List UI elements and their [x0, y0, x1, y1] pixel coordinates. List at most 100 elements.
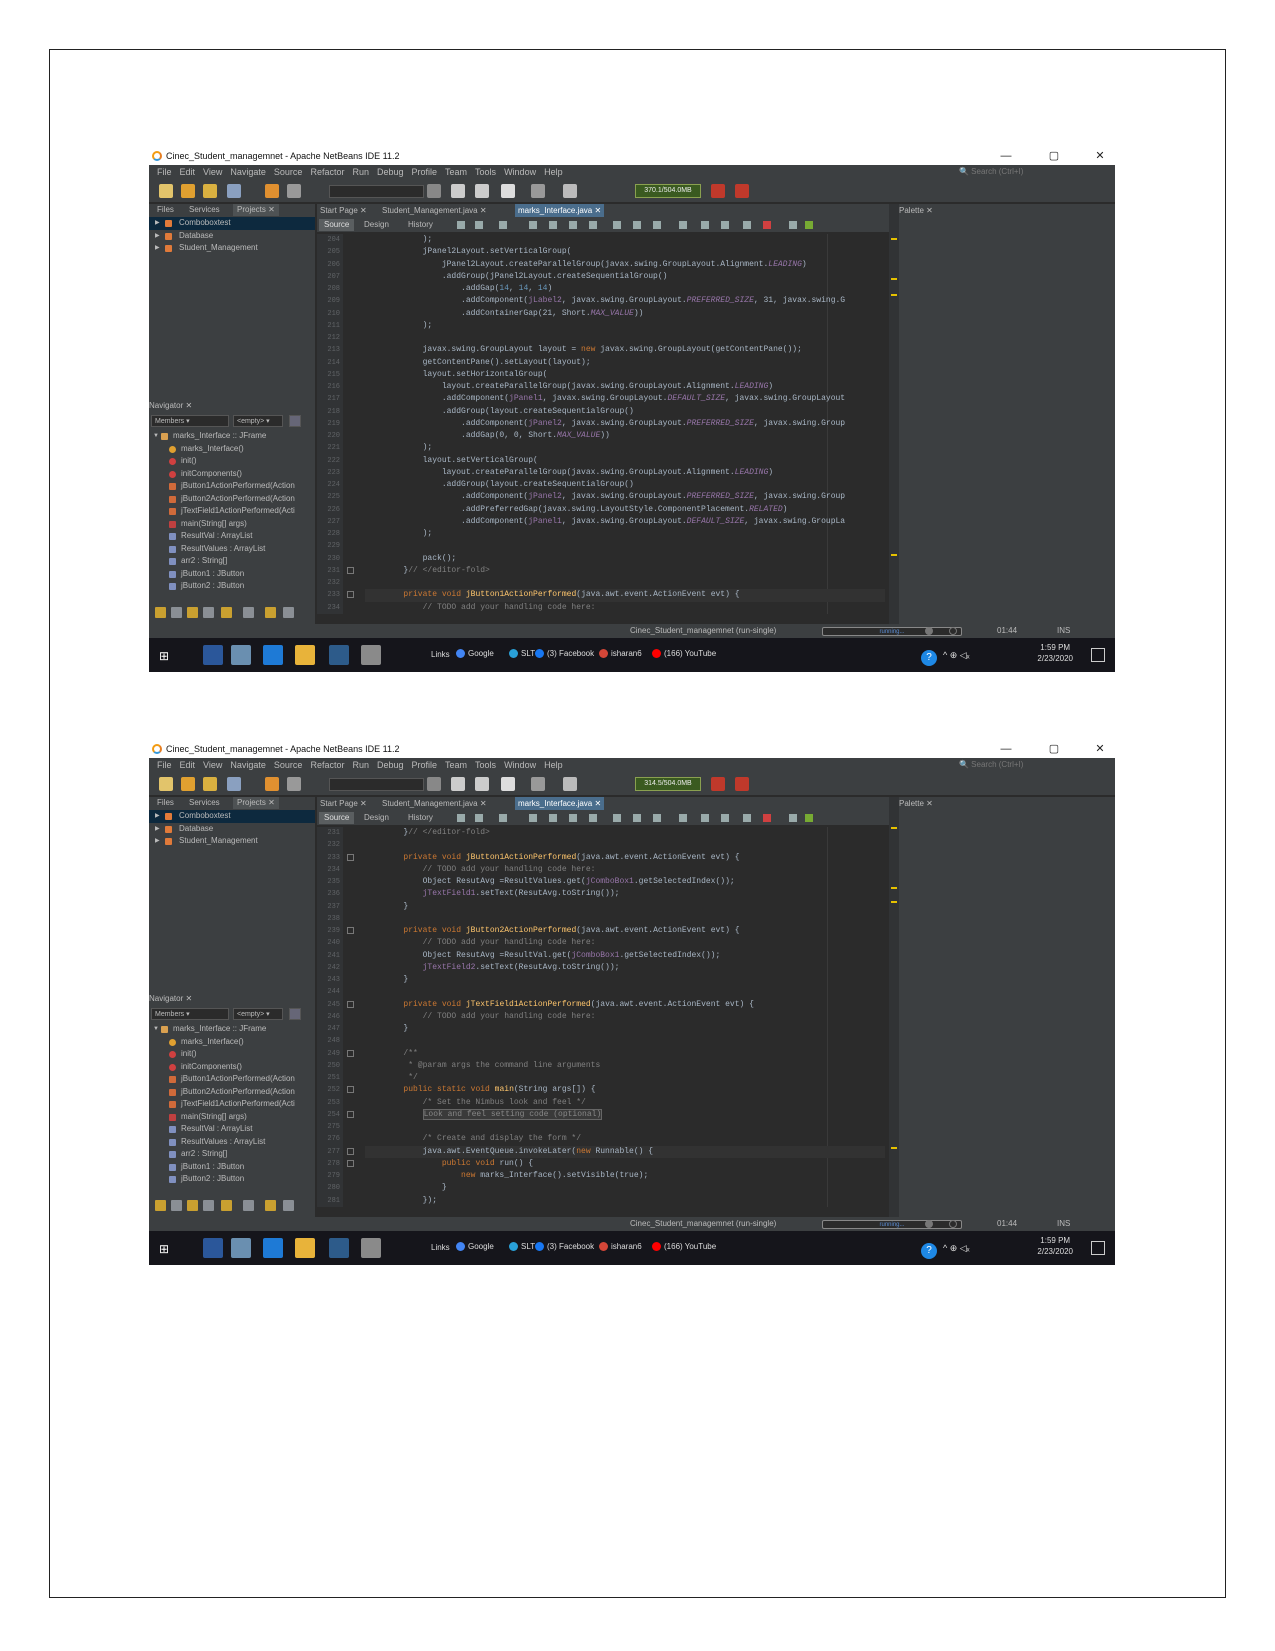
editor-toolbar-icon[interactable] — [701, 814, 709, 822]
maximize-button[interactable]: ▢ — [1039, 148, 1069, 165]
project-item[interactable]: ▶ Comboboxtest — [149, 217, 315, 230]
action-center-icon[interactable] — [1091, 1241, 1105, 1255]
configuration-combo[interactable] — [329, 778, 424, 791]
navigator-item[interactable]: ResultVal : ArrayList — [149, 1123, 315, 1136]
editor-toolbar-icon[interactable] — [653, 814, 661, 822]
redo-icon[interactable] — [287, 777, 301, 791]
collapse-arrow-icon[interactable]: ▼ — [153, 430, 159, 443]
navigator-tab[interactable]: Navigator ✕ — [149, 400, 315, 412]
undo-icon[interactable] — [265, 184, 279, 198]
save-all-icon[interactable] — [227, 777, 241, 791]
editor-toolbar-icon[interactable] — [679, 814, 687, 822]
stripe-marker[interactable] — [891, 238, 897, 240]
navigator-item[interactable]: arr2 : String[] — [149, 555, 315, 568]
editor-toolbar-icon[interactable] — [499, 814, 507, 822]
navigator-item[interactable]: marks_Interface() — [149, 1036, 315, 1049]
netbeans-taskbar-icon[interactable] — [329, 1238, 349, 1258]
navigator-toolbar-icon[interactable] — [283, 1200, 294, 1211]
configuration-combo[interactable] — [329, 185, 424, 198]
debug-icon[interactable] — [531, 184, 545, 198]
menu-item-edit[interactable]: Edit — [180, 165, 196, 179]
editor-toolbar-icon[interactable] — [633, 221, 641, 229]
navigator-item[interactable]: jTextField1ActionPerformed(Acti — [149, 505, 315, 518]
word-icon[interactable] — [203, 1238, 223, 1258]
stripe-marker[interactable] — [891, 901, 897, 903]
view-history[interactable]: History — [403, 812, 438, 824]
view-design[interactable]: Design — [359, 812, 394, 824]
menu-item-view[interactable]: View — [203, 165, 222, 179]
navigator-toolbar-icon[interactable] — [203, 607, 214, 618]
expand-arrow-icon[interactable]: ▶ — [155, 823, 160, 836]
navigator-item[interactable]: initComponents() — [149, 468, 315, 481]
menu-item-window[interactable]: Window — [504, 758, 536, 772]
editor-tab-3[interactable]: marks_Interface.java ✕ — [515, 797, 605, 810]
navigator-toolbar-icon[interactable] — [243, 1200, 254, 1211]
clean-build-icon[interactable] — [451, 777, 465, 791]
navigator-toolbar-icon[interactable] — [155, 607, 166, 618]
run-icon[interactable] — [501, 184, 515, 198]
menu-item-profile[interactable]: Profile — [412, 758, 438, 772]
menu-item-tools[interactable]: Tools — [475, 758, 496, 772]
bookmark-link[interactable]: (3) Facebook — [535, 1242, 594, 1252]
view-source[interactable]: Source — [319, 812, 355, 824]
navigator-item[interactable]: jButton2 : JButton — [149, 1173, 315, 1186]
editor-tab-2[interactable]: Student_Management.java ✕ — [379, 797, 490, 810]
navigator-item[interactable]: main(String[] args) — [149, 1111, 315, 1124]
editor-toolbar-icon[interactable] — [679, 221, 687, 229]
fold-toggle-icon[interactable] — [347, 853, 354, 861]
tab-files[interactable]: Files — [153, 204, 178, 216]
editor-tab-3[interactable]: marks_Interface.java ✕ — [515, 204, 605, 217]
navigator-item[interactable]: ▼ marks_Interface :: JFrame — [149, 430, 315, 443]
memory-indicator[interactable]: 370.1/504.0MB — [635, 184, 701, 198]
stripe-marker[interactable] — [891, 1147, 897, 1149]
navigator-toolbar-icon[interactable] — [221, 1200, 232, 1211]
redo-icon[interactable] — [287, 184, 301, 198]
navigator-toolbar-icon[interactable] — [171, 607, 182, 618]
navigator-toolbar-icon[interactable] — [155, 1200, 166, 1211]
menu-item-edit[interactable]: Edit — [180, 758, 196, 772]
expand-arrow-icon[interactable]: ▶ — [155, 810, 160, 823]
editor-toolbar-icon[interactable] — [721, 221, 729, 229]
editor-toolbar-icon[interactable] — [529, 221, 537, 229]
code-area[interactable]: }// </editor-fold> private void jButton1… — [365, 827, 885, 1207]
menu-item-tools[interactable]: Tools — [475, 165, 496, 179]
bookmark-link[interactable]: SLT — [509, 649, 535, 659]
navigator-toolbar-icon[interactable] — [187, 607, 198, 618]
navigator-item[interactable]: ResultValues : ArrayList — [149, 543, 315, 556]
new-file-icon[interactable] — [159, 184, 173, 198]
windows-start-icon[interactable]: ⊞ — [159, 1242, 169, 1256]
navigator-item[interactable]: jButton2 : JButton — [149, 580, 315, 593]
undo-icon[interactable] — [265, 777, 279, 791]
members-select[interactable]: Members ▾ — [151, 415, 229, 427]
editor-toolbar-icon[interactable] — [633, 814, 641, 822]
explorer-icon[interactable] — [295, 1238, 315, 1258]
navigator-toolbar-icon[interactable] — [221, 607, 232, 618]
build-icon[interactable] — [475, 184, 489, 198]
tab-projects[interactable]: Projects ✕ — [233, 204, 279, 216]
navigator-toolbar-icon[interactable] — [243, 607, 254, 618]
netbeans-taskbar-icon[interactable] — [329, 645, 349, 665]
menu-item-team[interactable]: Team — [445, 758, 467, 772]
run-icon[interactable] — [501, 777, 515, 791]
taskbar-clock[interactable]: 1:59 PM 2/23/2020 — [1037, 1235, 1073, 1257]
editor-toolbar-icon[interactable] — [653, 221, 661, 229]
tray-icons[interactable]: ^ ⊕ ◁ₓ — [943, 650, 970, 661]
navigator-filter-icon[interactable] — [289, 1008, 301, 1020]
editor-toolbar-icon[interactable] — [589, 221, 597, 229]
cancel-task-icon[interactable] — [925, 1220, 933, 1228]
stripe-marker[interactable] — [891, 827, 897, 829]
navigator-item[interactable]: init() — [149, 455, 315, 468]
editor-toolbar-icon[interactable] — [721, 814, 729, 822]
menu-item-debug[interactable]: Debug — [377, 758, 404, 772]
navigator-item[interactable]: init() — [149, 1048, 315, 1061]
editor-toolbar-icon[interactable] — [499, 221, 507, 229]
menu-item-run[interactable]: Run — [352, 758, 369, 772]
windows-start-icon[interactable]: ⊞ — [159, 649, 169, 663]
navigator-item[interactable]: arr2 : String[] — [149, 1148, 315, 1161]
open-project-icon[interactable] — [203, 184, 217, 198]
navigator-item[interactable]: initComponents() — [149, 1061, 315, 1074]
gc2-icon[interactable] — [735, 777, 749, 791]
menu-item-window[interactable]: Window — [504, 165, 536, 179]
app-icon[interactable] — [231, 1238, 251, 1258]
menu-item-debug[interactable]: Debug — [377, 165, 404, 179]
